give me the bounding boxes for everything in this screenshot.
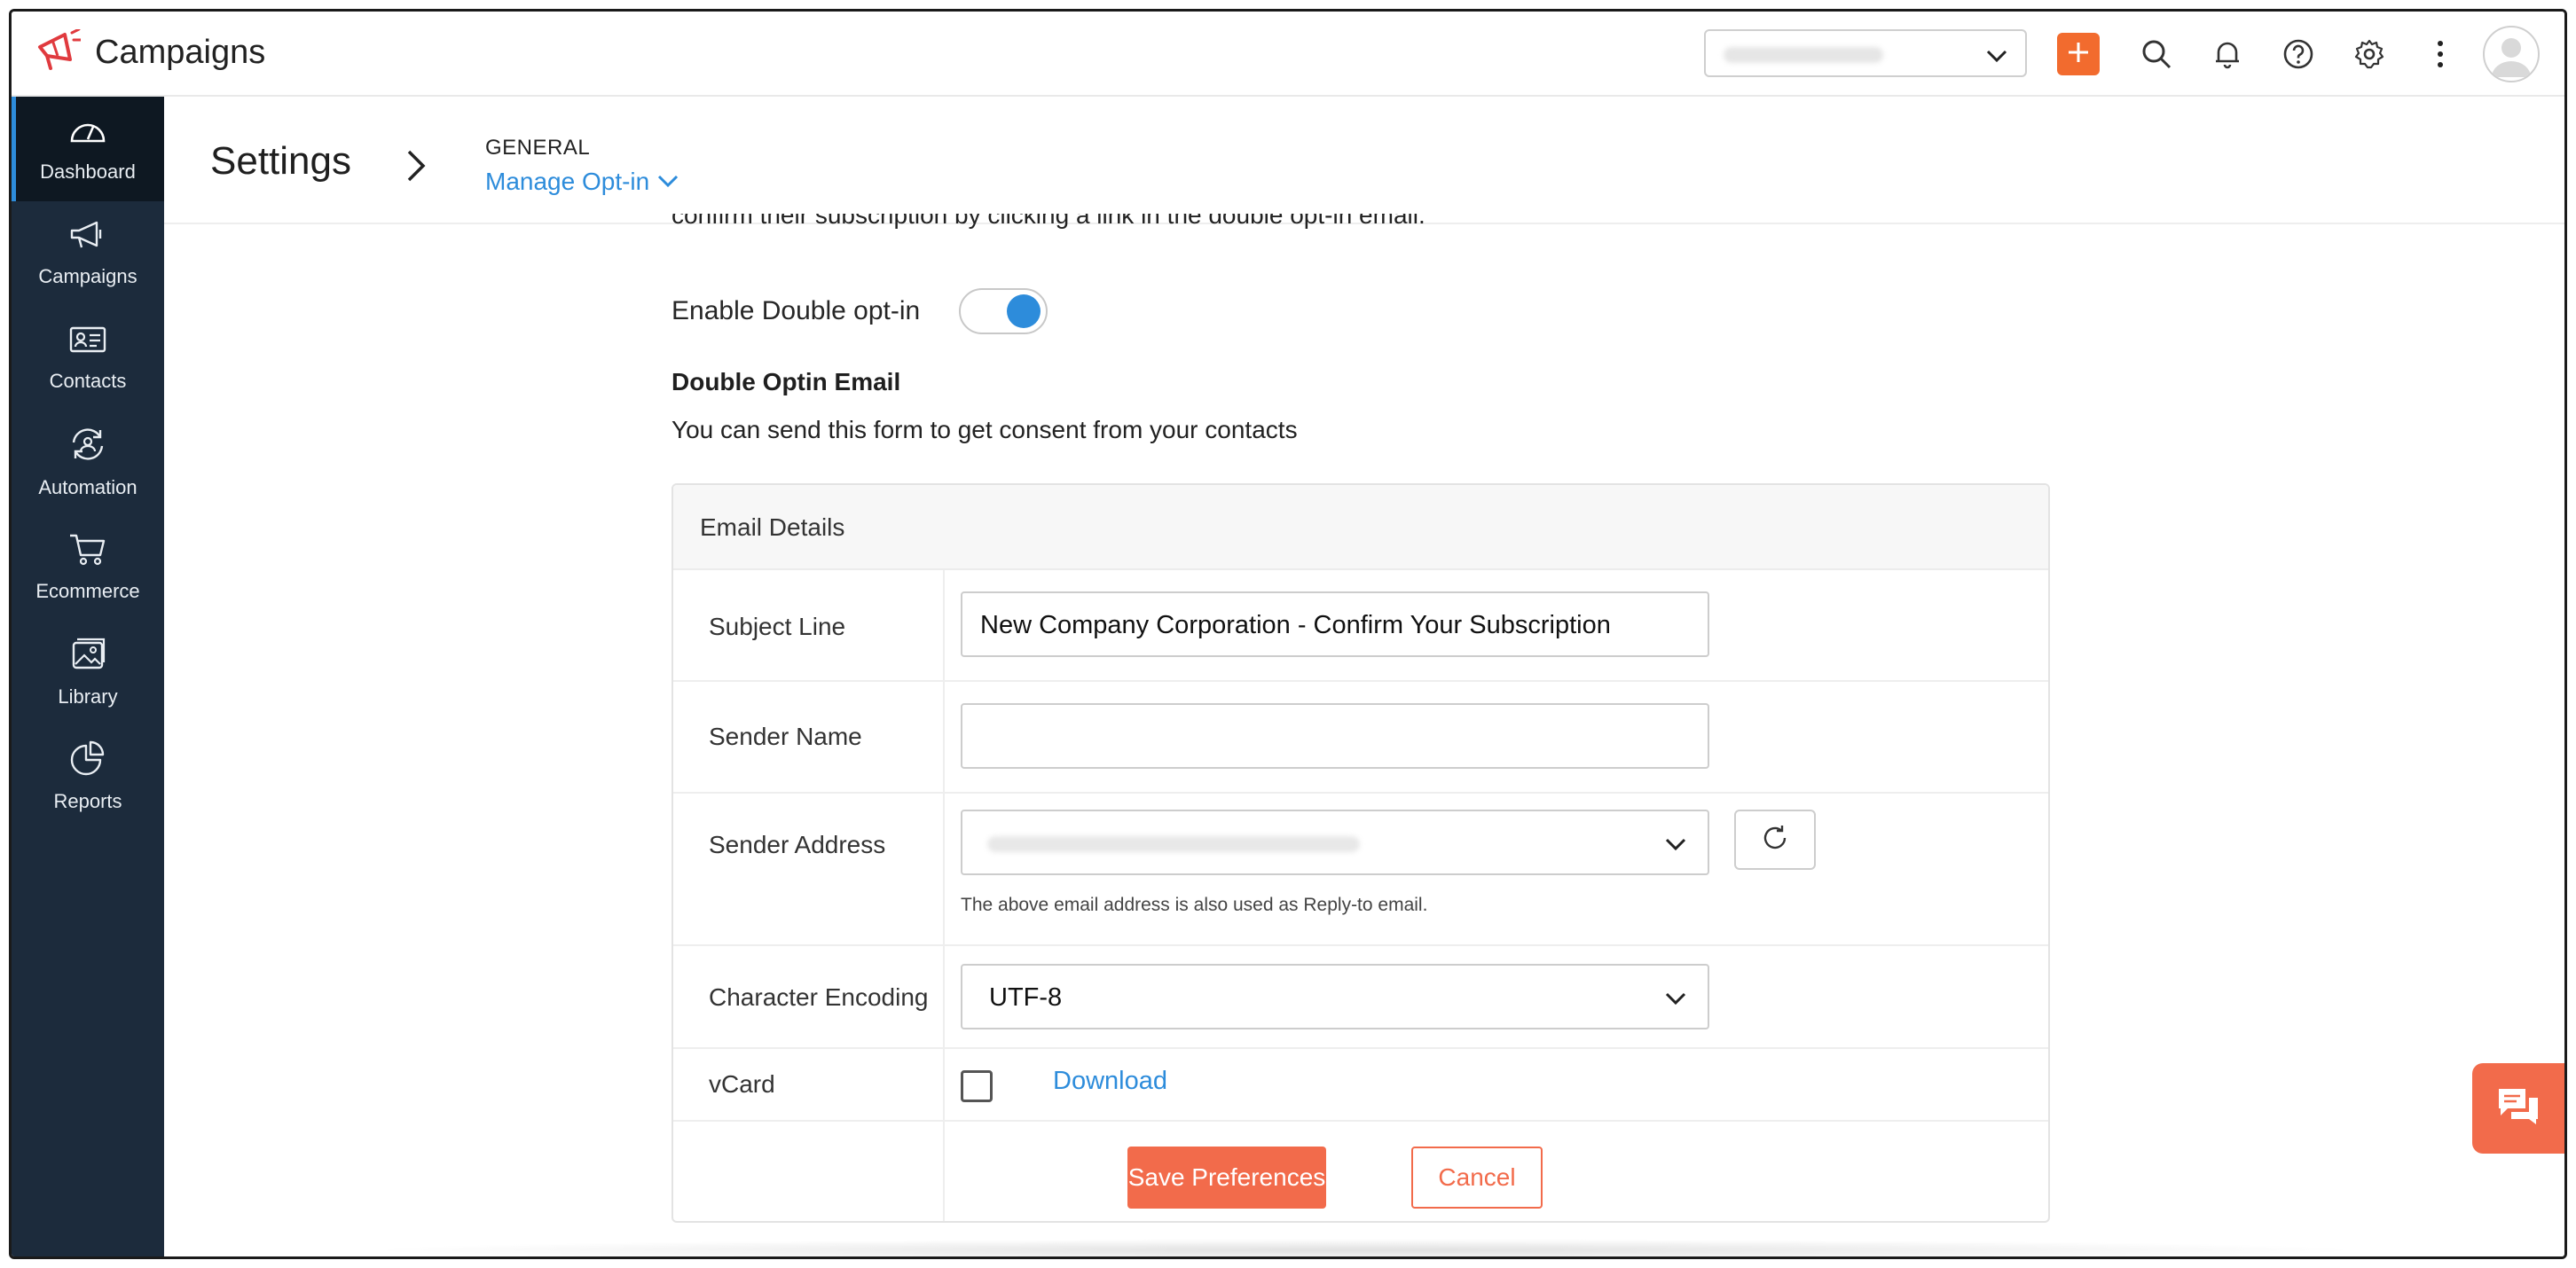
add-button[interactable]: [2057, 33, 2100, 75]
section-title: Double Optin Email: [671, 368, 901, 395]
sidebar-item-reports[interactable]: Reports: [12, 724, 164, 829]
subject-line-row: Subject Line New Company Corporation - C…: [673, 570, 2048, 682]
sidebar-item-label: Library: [58, 685, 118, 708]
gauge-icon: [68, 114, 107, 152]
plus-icon: [2067, 41, 2090, 68]
vcard-checkbox[interactable]: [961, 1070, 993, 1102]
email-details-card: Email Details Subject Line New Company C…: [671, 483, 2050, 1223]
chevron-down-icon: [656, 168, 679, 196]
campaigns-logo-icon: [35, 27, 82, 76]
sidebar-item-dashboard[interactable]: Dashboard: [12, 97, 164, 201]
sender-address-label: Sender Address: [709, 831, 886, 858]
sender-name-row: Sender Name: [673, 682, 2048, 794]
app-window: Campaigns Dashboard Campaigns Contacts A…: [9, 9, 2567, 1259]
sidebar-item-library[interactable]: Library: [12, 620, 164, 724]
chevron-down-icon: [1984, 43, 2009, 73]
pie-chart-icon: [68, 740, 107, 781]
sidebar-item-ecommerce[interactable]: Ecommerce: [12, 515, 164, 620]
double-optin-label: Enable Double opt-in: [671, 296, 921, 325]
organization-select[interactable]: [1704, 29, 2027, 77]
breadcrumb-section: GENERAL: [485, 136, 591, 160]
double-optin-toggle[interactable]: [959, 288, 1048, 334]
sidebar-item-contacts[interactable]: Contacts: [12, 306, 164, 411]
toggle-knob: [1007, 294, 1041, 328]
gear-icon[interactable]: [2352, 36, 2387, 72]
more-vertical-icon[interactable]: [2423, 36, 2458, 72]
contact-card-icon: [68, 324, 107, 361]
sidebar-item-campaigns[interactable]: Campaigns: [12, 201, 164, 306]
avatar[interactable]: [2483, 26, 2540, 82]
card-title: Email Details: [673, 485, 2048, 570]
sender-address-select[interactable]: [961, 810, 1709, 875]
character-encoding-value: UTF-8: [989, 983, 1063, 1012]
chevron-down-icon: [1663, 987, 1688, 1014]
images-icon: [68, 636, 107, 677]
organization-name-redacted: [1724, 47, 1883, 63]
sender-address-redacted: [987, 836, 1360, 852]
vcard-label: vCard: [709, 1070, 775, 1098]
sidebar-item-label: Reports: [53, 790, 122, 812]
cart-icon: [68, 532, 107, 571]
bell-icon[interactable]: [2210, 36, 2245, 72]
chat-button[interactable]: [2472, 1063, 2564, 1154]
sidebar-item-label: Campaigns: [38, 265, 137, 287]
sender-name-input[interactable]: [961, 703, 1709, 769]
help-icon[interactable]: [2281, 36, 2316, 72]
save-preferences-button[interactable]: Save Preferences: [1127, 1147, 1326, 1209]
search-icon[interactable]: [2139, 36, 2174, 72]
sidebar-item-label: Automation: [38, 476, 137, 498]
sidebar-item-label: Dashboard: [40, 160, 136, 183]
subject-line-input[interactable]: New Company Corporation - Confirm Your S…: [961, 591, 1709, 657]
settings-content: confirm their subscription by clicking a…: [164, 214, 2564, 1256]
character-encoding-select[interactable]: UTF-8: [961, 964, 1709, 1029]
character-encoding-label: Character Encoding: [709, 983, 929, 1011]
breadcrumb-page-label: Manage Opt-in: [485, 168, 650, 195]
sidebar-item-label: Ecommerce: [35, 580, 140, 602]
partial-description-text: confirm their subscription by clicking a…: [671, 214, 1425, 229]
chat-icon: [2495, 1085, 2541, 1132]
cancel-button[interactable]: Cancel: [1411, 1147, 1543, 1209]
refresh-button[interactable]: [1734, 810, 1816, 870]
refresh-icon: [1760, 823, 1790, 857]
section-shadow: [359, 1239, 2369, 1256]
app-title: Campaigns: [95, 34, 266, 71]
vcard-row: vCard Download: [673, 1049, 2048, 1122]
sidebar-item-label: Contacts: [49, 370, 127, 392]
sidebar: Dashboard Campaigns Contacts Automation …: [12, 97, 164, 1256]
chevron-down-icon: [1663, 833, 1688, 860]
sidebar-item-automation[interactable]: Automation: [12, 411, 164, 515]
sender-address-row: Sender Address The above email address i…: [673, 794, 2048, 946]
double-optin-row: Enable Double opt-in: [671, 288, 1048, 334]
form-actions: Save Preferences Cancel: [673, 1122, 2048, 1221]
section-description: You can send this form to get consent fr…: [671, 416, 1298, 443]
brand[interactable]: Campaigns: [35, 27, 266, 76]
sender-name-label: Sender Name: [709, 723, 862, 750]
sender-address-hint: The above email address is also used as …: [961, 895, 1428, 915]
character-encoding-row: Character Encoding UTF-8: [673, 946, 2048, 1049]
subject-line-label: Subject Line: [709, 613, 846, 640]
megaphone-icon: [68, 219, 107, 256]
breadcrumb-page-dropdown[interactable]: Manage Opt-in: [485, 168, 679, 196]
chevron-right-icon: [402, 146, 430, 190]
download-link[interactable]: Download: [1053, 1067, 1167, 1096]
page-title: Settings: [210, 139, 351, 183]
page-header: Settings GENERAL Manage Opt-in: [164, 97, 2564, 224]
automation-icon: [68, 427, 107, 467]
top-bar: Campaigns: [12, 12, 2564, 97]
